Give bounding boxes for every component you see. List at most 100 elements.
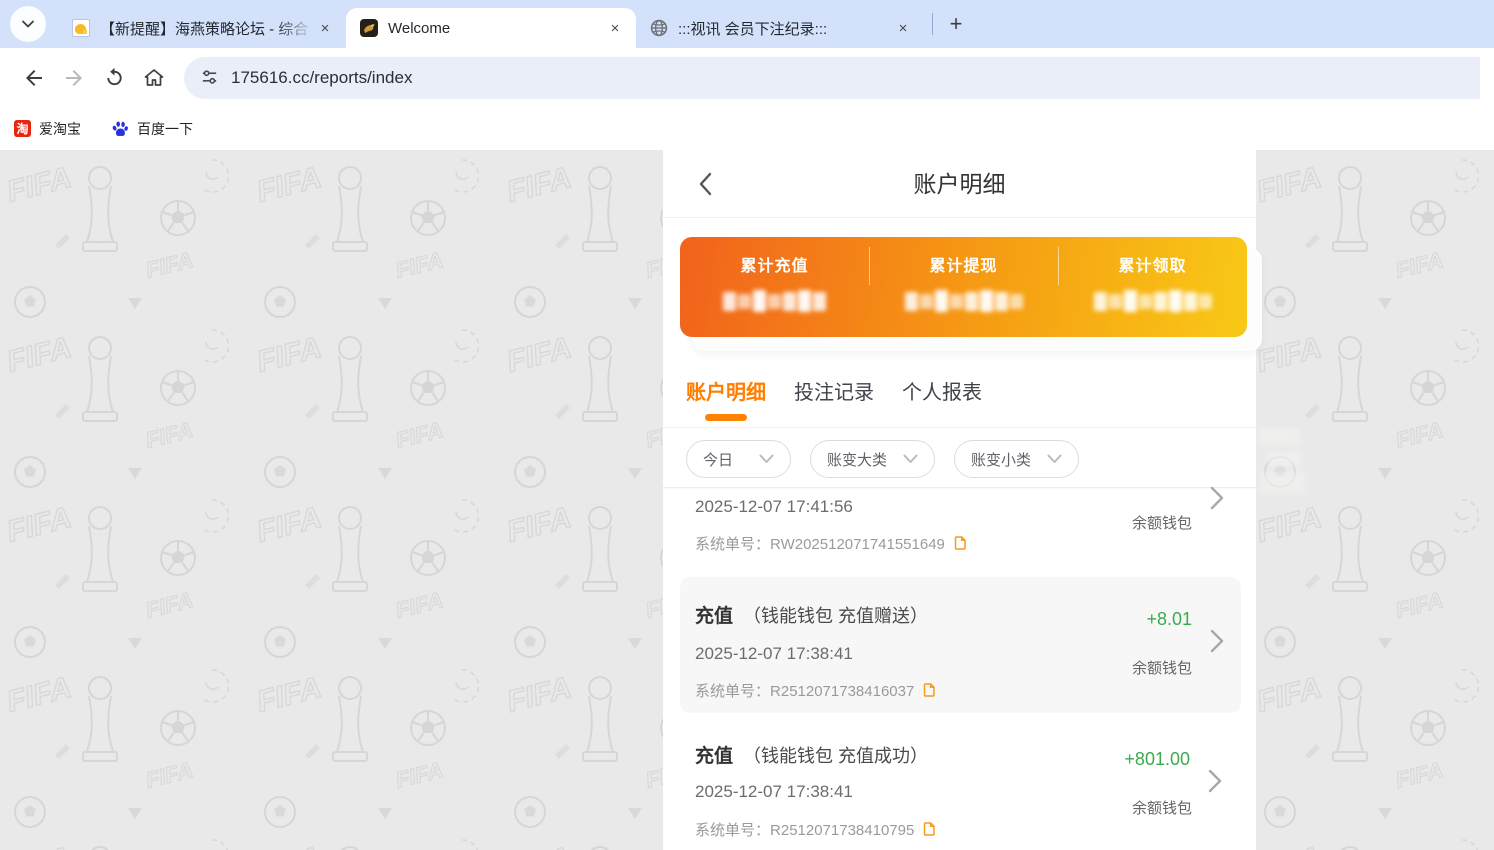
bookmark-aitaobao[interactable]: 淘 爱淘宝 (14, 119, 81, 139)
order-label: 系统单号： (695, 683, 770, 700)
order-number: RW202512071741551649 (770, 536, 945, 553)
filter-label: 今日 (703, 449, 733, 470)
tab-title: Welcome (388, 20, 604, 37)
tab-records[interactable]: :::视讯 会员下注纪录::: × (636, 8, 924, 48)
filter-label: 账变小类 (971, 449, 1031, 470)
record-amount: +8.01 (1146, 609, 1192, 630)
chevron-down-icon (759, 454, 774, 464)
filter-date-dropdown[interactable]: 今日 (686, 440, 791, 478)
gold-emblem-favicon-icon (360, 19, 378, 37)
tab-personal-report[interactable]: 个人报表 (902, 376, 982, 427)
tab-title: 【新提醒】海燕策略论坛 - 综合 (100, 18, 314, 39)
forward-arrow-icon (62, 66, 86, 90)
chevron-right-icon[interactable] (1208, 769, 1222, 793)
chevron-left-icon (698, 172, 713, 196)
filter-minor-type-dropdown[interactable]: 账变小类 (954, 440, 1079, 478)
summary-zone: 累计充值 累计提现 累计领取 (663, 218, 1256, 360)
tab-account-details[interactable]: 账户明细 (686, 376, 766, 427)
forward-button[interactable] (54, 58, 94, 98)
forum-favicon-icon (72, 19, 90, 37)
stat-label: 累计提现 (869, 252, 1058, 276)
panel-header: 账户明细 (663, 150, 1256, 218)
url-bar[interactable]: 175616.cc/reports/index (184, 57, 1480, 99)
filter-major-type-dropdown[interactable]: 账变大类 (810, 440, 935, 478)
filter-label: 账变大类 (827, 449, 887, 470)
stat-label: 累计充值 (680, 252, 869, 276)
record-order-line: 系统单号：RW202512071741551649 (695, 533, 1256, 554)
chevron-right-icon[interactable] (1210, 486, 1224, 510)
stat-total-claimed: 累计领取 (1058, 237, 1247, 337)
page-title: 账户明细 (663, 150, 1256, 218)
tab-label: 账户明细 (686, 382, 766, 404)
close-icon[interactable]: × (892, 17, 914, 39)
copy-icon[interactable] (953, 536, 966, 551)
record-row[interactable]: 充值（钱能钱包 充值成功） 2025-12-07 17:38:41 系统单号：R… (663, 713, 1256, 850)
order-number: R2512071738410795 (770, 822, 914, 839)
site-controls-icon (200, 68, 219, 87)
browser-window: 【新提醒】海燕策略论坛 - 综合 × Welcome × :::视讯 会员下注纪… (0, 0, 1494, 850)
stat-total-deposit: 累计充值 (680, 237, 869, 337)
record-type: 充值 (695, 746, 733, 767)
home-button[interactable] (134, 58, 174, 98)
taobao-icon: 淘 (14, 120, 31, 137)
record-order-line: 系统单号：R2512071738410795 (695, 819, 1256, 840)
record-row[interactable]: 充值（钱能钱包 充值赠送） 2025-12-07 17:38:41 系统单号：R… (680, 577, 1241, 713)
order-label: 系统单号： (695, 822, 770, 839)
home-icon (142, 66, 166, 90)
close-icon[interactable]: × (314, 17, 336, 39)
tab-label: 个人报表 (902, 382, 982, 404)
record-subtitle: （钱能钱包 充值赠送） (743, 606, 928, 626)
reload-icon (103, 66, 126, 89)
bookmarks-bar: 淘 爱淘宝 百度一下 (0, 107, 1494, 150)
record-wallet: 余额钱包 (1132, 797, 1192, 818)
blurred-widget-artifact (1259, 422, 1315, 504)
filter-row: 今日 账变大类 账变小类 (663, 428, 1256, 488)
tab-separator (932, 13, 933, 35)
record-row[interactable]: 2025-12-07 17:41:56 系统单号：RW2025120717415… (663, 488, 1256, 572)
new-tab-button[interactable]: + (941, 9, 971, 39)
navigation-toolbar: 175616.cc/reports/index (0, 48, 1494, 107)
summary-card: 累计充值 累计提现 累计领取 (680, 237, 1247, 337)
copy-icon[interactable] (922, 822, 935, 837)
record-type: 充值 (695, 606, 733, 627)
stat-total-withdraw: 累计提现 (869, 237, 1058, 337)
copy-icon[interactable] (922, 683, 935, 698)
chevron-down-icon (903, 454, 918, 464)
bookmark-label: 爱淘宝 (39, 119, 81, 139)
tab-bet-records[interactable]: 投注记录 (794, 376, 874, 427)
chevron-down-icon (21, 17, 35, 31)
stat-label: 累计领取 (1058, 252, 1247, 276)
report-panel: 账户明细 累计充值 累计提现 累计领取 (663, 150, 1256, 850)
close-icon[interactable]: × (604, 17, 626, 39)
record-wallet: 余额钱包 (1132, 512, 1192, 533)
record-wallet: 余额钱包 (1132, 657, 1192, 678)
tab-search-button[interactable] (10, 6, 46, 42)
tab-label: 投注记录 (794, 382, 874, 404)
baidu-paw-icon (111, 120, 129, 138)
chevron-down-icon (1047, 454, 1062, 464)
record-order-line: 系统单号：R2512071738416037 (695, 680, 1241, 701)
masked-value (869, 289, 1058, 313)
masked-value (1058, 289, 1247, 313)
back-button[interactable] (14, 58, 54, 98)
record-subtitle: （钱能钱包 充值成功） (743, 746, 928, 766)
masked-value (680, 289, 869, 313)
back-arrow-icon (22, 66, 46, 90)
record-list: 2025-12-07 17:41:56 系统单号：RW2025120717415… (663, 488, 1256, 850)
tab-title: :::视讯 会员下注纪录::: (678, 18, 892, 39)
back-chevron-button[interactable] (689, 168, 721, 200)
url-text[interactable]: 175616.cc/reports/index (231, 68, 412, 88)
globe-favicon-icon (650, 19, 668, 37)
bookmark-label: 百度一下 (137, 119, 193, 139)
bookmark-baidu[interactable]: 百度一下 (111, 119, 193, 139)
reload-button[interactable] (94, 58, 134, 98)
tab-welcome[interactable]: Welcome × (346, 8, 636, 48)
record-amount: +801.00 (1124, 749, 1190, 770)
order-number: R2512071738416037 (770, 683, 914, 700)
tab-strip: 【新提醒】海燕策略论坛 - 综合 × Welcome × :::视讯 会员下注纪… (0, 0, 1494, 48)
page-content: FIFA FIFA (0, 150, 1494, 850)
tab-forum[interactable]: 【新提醒】海燕策略论坛 - 综合 × (58, 8, 346, 48)
chevron-right-icon[interactable] (1210, 629, 1224, 653)
order-label: 系统单号： (695, 536, 770, 553)
active-tab-underline (705, 414, 747, 421)
